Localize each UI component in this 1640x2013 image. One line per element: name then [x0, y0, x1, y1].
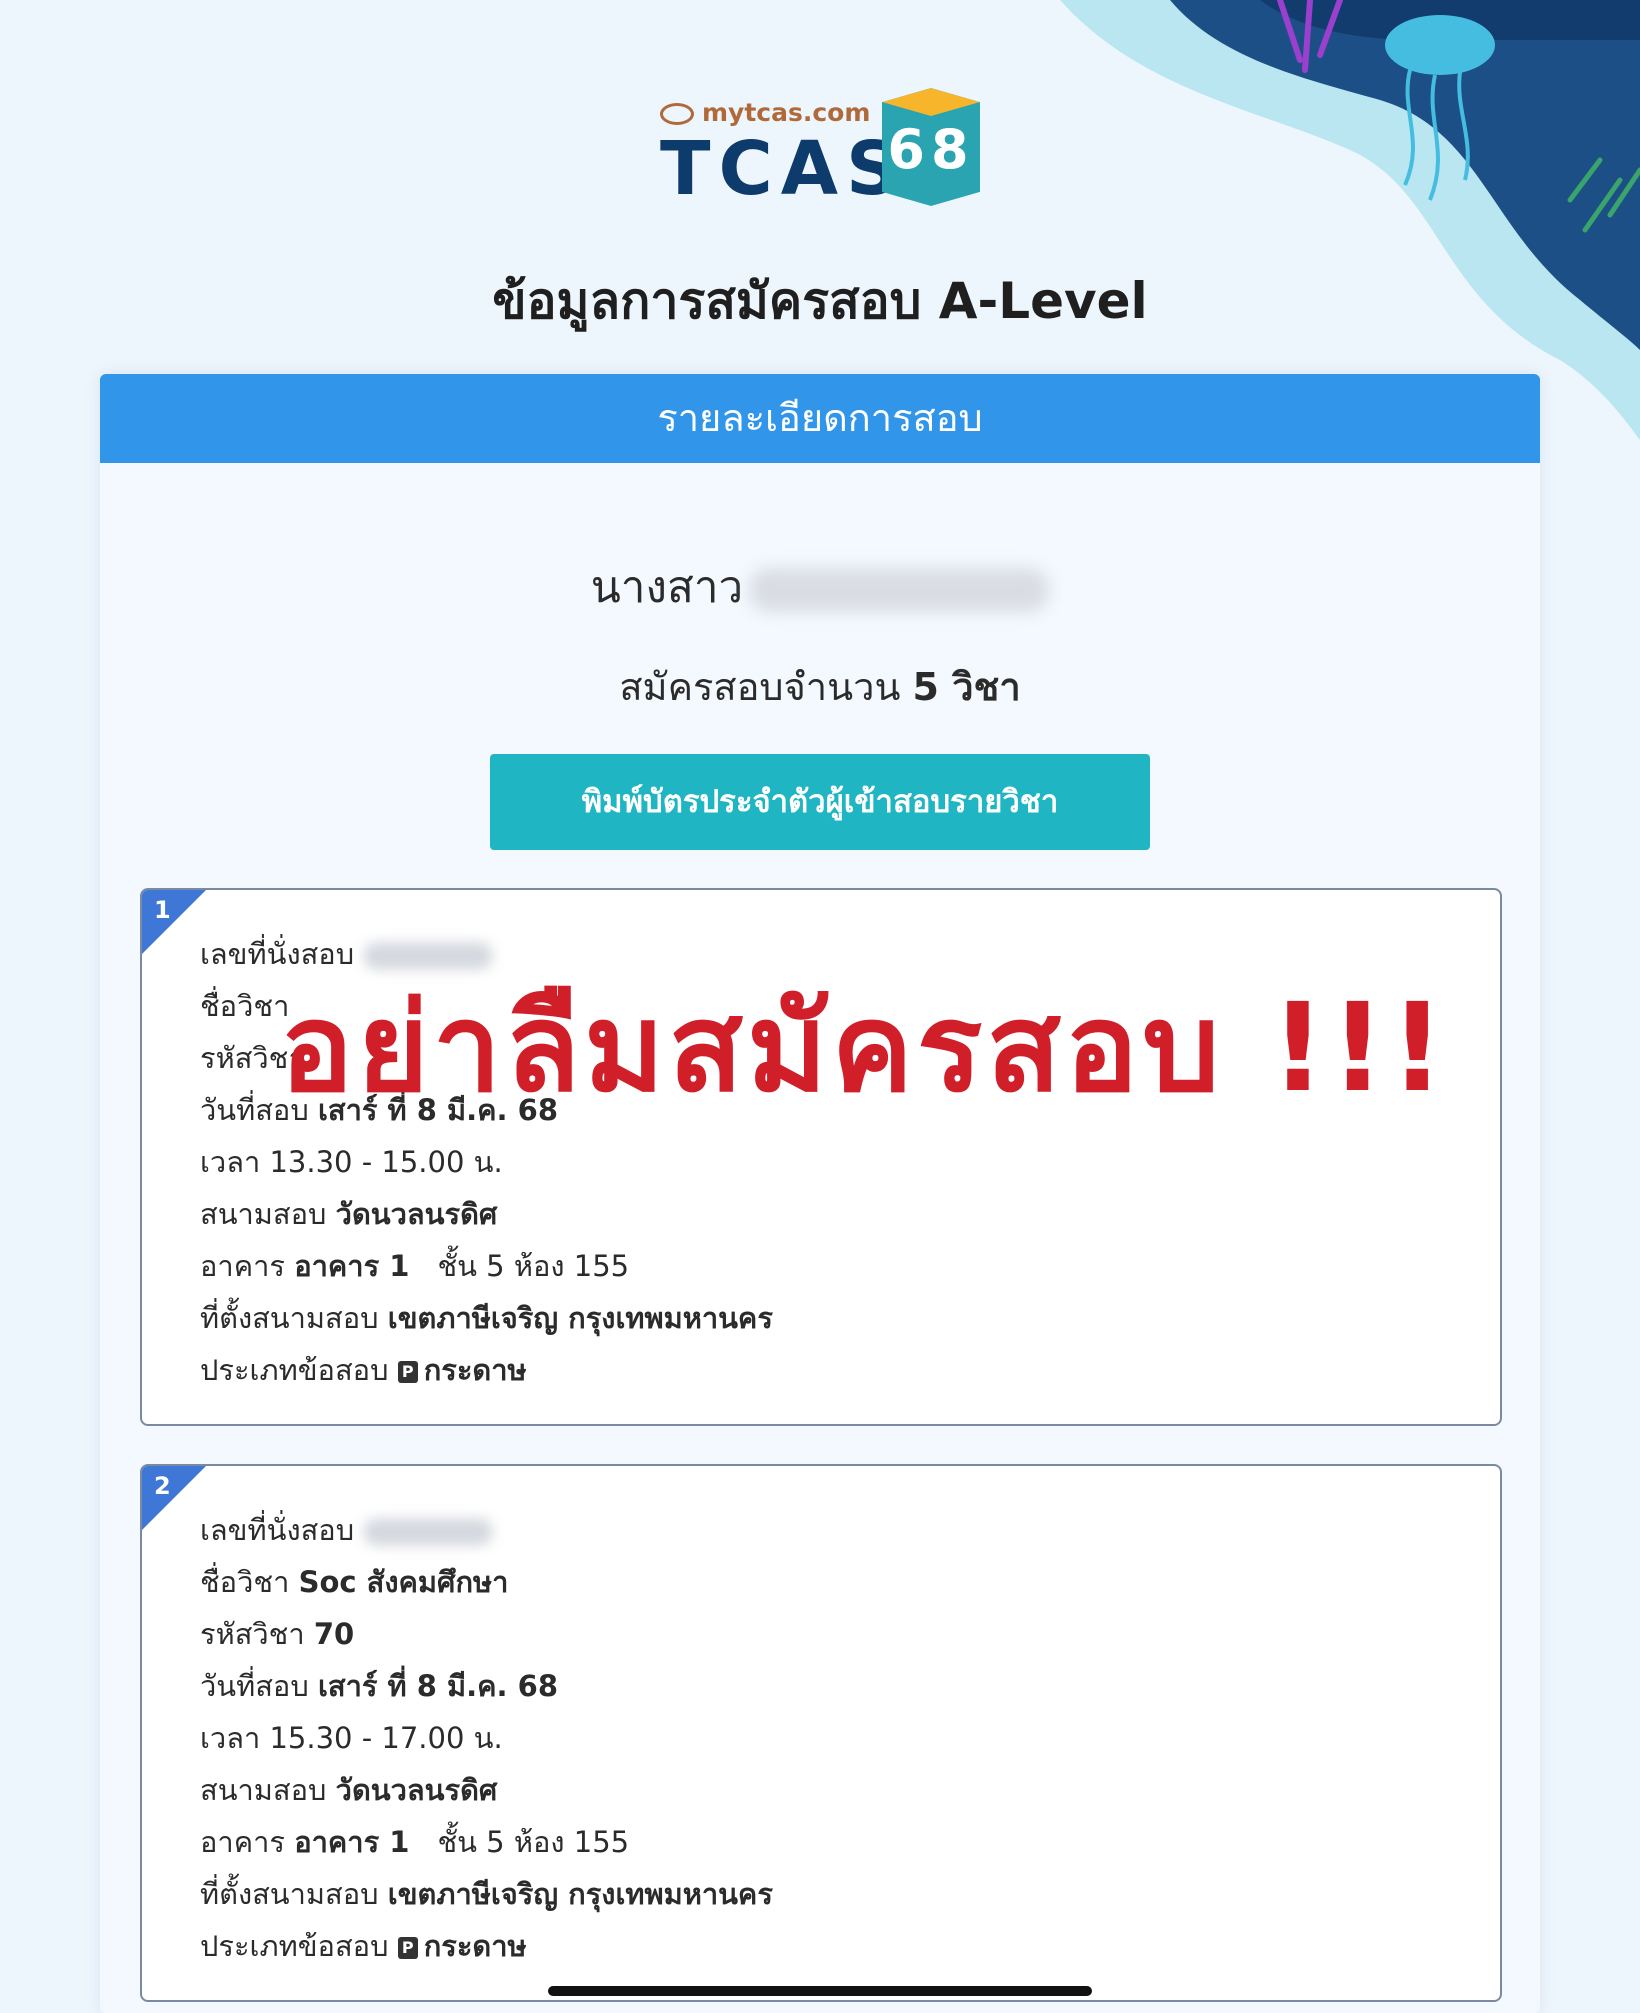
- redacted-seat: [363, 1518, 494, 1546]
- building-row: อาคาร อาคาร 1 ชั้น 5 ห้อง 155: [200, 1825, 630, 1859]
- tcas-logo: mytcas.com TCAS 68: [660, 88, 980, 218]
- reminder-overlay-text: อย่าลืมสมัครสอบ !!!: [280, 977, 1450, 1119]
- venue-row: สนามสอบ วัดนวลนรดิศ: [200, 1773, 498, 1807]
- card-corner: [142, 890, 206, 954]
- count-value: 5 วิชา: [912, 665, 1021, 709]
- venue-row: สนามสอบ วัดนวลนรดิศ: [200, 1197, 498, 1231]
- type-row: ประเภทข้อสอบ P กระดาษ: [200, 1353, 527, 1387]
- print-admission-card-button[interactable]: พิมพ์บัตรประจำตัวผู้เข้าสอบรายวิชา: [490, 754, 1150, 850]
- redacted-name: [749, 568, 1050, 612]
- brand-text: TCAS: [660, 126, 908, 212]
- globe-icon: [660, 103, 694, 125]
- subject-row: ชื่อวิชา Soc สังคมศึกษา: [200, 1565, 509, 1599]
- code-row: รหัสวิชา 70: [200, 1617, 355, 1651]
- seat-row: เลขที่นั่งสอบ: [200, 1504, 773, 1556]
- paper-icon: P: [397, 1361, 418, 1383]
- panel-header: รายละเอียดการสอบ: [100, 374, 1540, 463]
- year-number: 68: [887, 118, 975, 181]
- home-indicator[interactable]: [548, 1986, 1092, 1996]
- date-row: วันที่สอบ เสาร์ ที่ 8 มี.ค. 68: [200, 1669, 559, 1703]
- card-number: 1: [154, 896, 171, 924]
- count-prefix: สมัครสอบจำนวน: [619, 665, 901, 709]
- applicant-name: นางสาว: [100, 552, 1540, 622]
- site-label: mytcas.com: [660, 98, 870, 127]
- building-row: อาคาร อาคาร 1 ชั้น 5 ห้อง 155: [200, 1249, 630, 1283]
- paper-icon: P: [397, 1937, 418, 1959]
- name-prefix: นางสาว: [590, 562, 744, 613]
- exam-details-panel: รายละเอียดการสอบ นางสาว สมัครสอบจำนวน 5 …: [100, 374, 1540, 2013]
- page-title: ข้อมูลการสมัครสอบ A-Level: [492, 272, 1148, 330]
- subject-count: สมัครสอบจำนวน 5 วิชา: [100, 656, 1540, 717]
- location-row: ที่ตั้งสนามสอบ เขตภาษีเจริญ กรุงเทพมหานค…: [200, 1301, 773, 1335]
- time-row: เวลา 15.30 - 17.00 น.: [200, 1721, 503, 1755]
- type-row: ประเภทข้อสอบ P กระดาษ: [200, 1929, 527, 1963]
- card-corner: [142, 1466, 206, 1530]
- location-row: ที่ตั้งสนามสอบ เขตภาษีเจริญ กรุงเทพมหานค…: [200, 1877, 773, 1911]
- book-icon: 68: [882, 88, 980, 206]
- exam-card: 2 เลขที่นั่งสอบ ชื่อวิชา Soc สังคมศึกษา …: [140, 1464, 1502, 2002]
- card-number: 2: [154, 1472, 171, 1500]
